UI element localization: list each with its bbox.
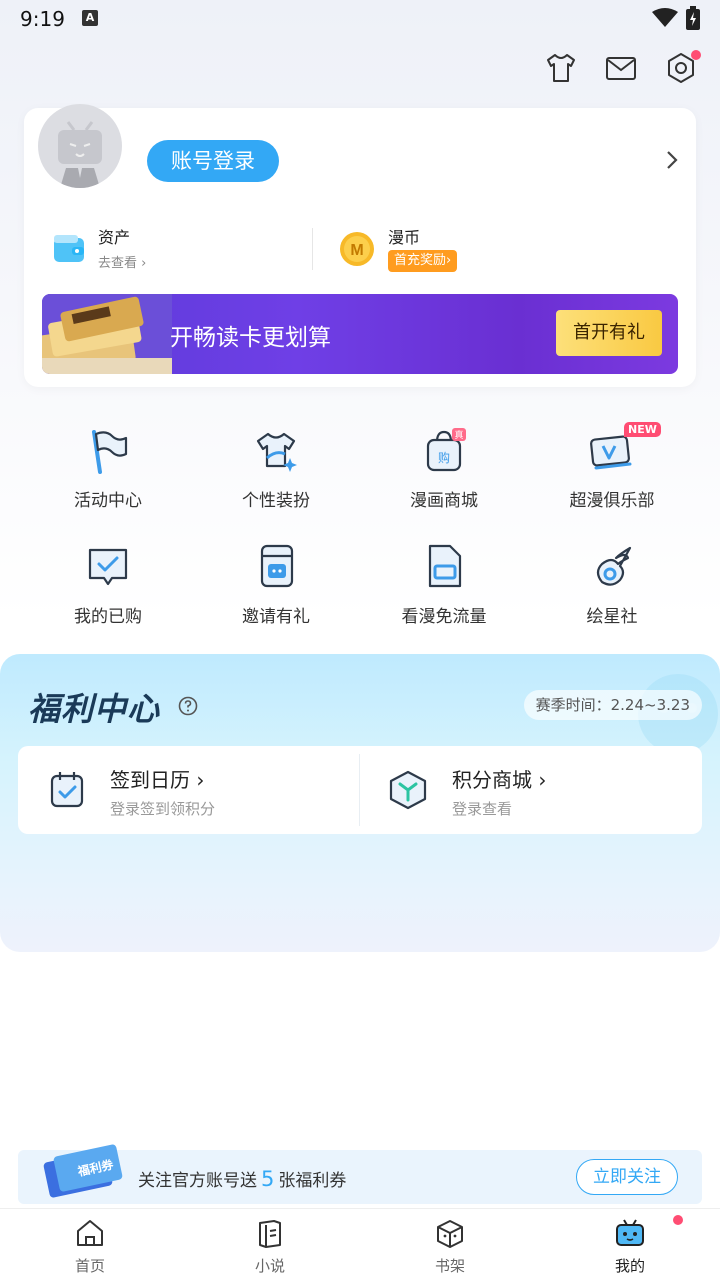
login-button[interactable]: 账号登录 bbox=[147, 140, 279, 182]
help-icon[interactable] bbox=[178, 696, 198, 716]
grid-item-super-club[interactable]: 超漫俱乐部 bbox=[528, 428, 696, 528]
settings-badge-dot bbox=[691, 50, 701, 60]
mine-badge-dot bbox=[673, 1215, 683, 1225]
checkin-sub: 登录签到领积分 bbox=[110, 800, 216, 818]
assets-sub: 去查看 › bbox=[98, 256, 147, 271]
chevron-right-icon[interactable] bbox=[662, 148, 682, 172]
grid-item-purchased[interactable]: 我的已购 bbox=[24, 544, 192, 644]
profile-card: 账号登录 资产 去查看 › M 漫币 首充奖励› 开畅读卡更划算 首开有礼 bbox=[24, 104, 696, 387]
nav-label: 首页 bbox=[74, 1257, 105, 1275]
first-charge-reward-tag: 首充奖励› bbox=[388, 250, 458, 272]
home-icon bbox=[77, 1220, 103, 1246]
nav-bookshelf[interactable]: 书架 bbox=[360, 1209, 540, 1280]
grid-item-comic-shop[interactable]: 购 真 漫画商城 bbox=[360, 428, 528, 528]
shop-bag-icon: 购 真 bbox=[426, 428, 466, 472]
grid-label: 超漫俱乐部 bbox=[569, 491, 655, 511]
coins-entry[interactable]: M 漫币 首充奖励› bbox=[338, 222, 588, 278]
purchased-icon bbox=[88, 548, 128, 586]
grid-label: 个性装扮 bbox=[242, 491, 310, 511]
calendar-icon bbox=[50, 772, 84, 808]
flag-icon bbox=[92, 430, 128, 474]
assets-entry[interactable]: 资产 去查看 › bbox=[50, 222, 300, 278]
svg-text:M: M bbox=[350, 242, 363, 259]
grid-label: 绘星社 bbox=[586, 607, 638, 627]
tshirt-icon[interactable] bbox=[543, 50, 579, 86]
grid-item-decoration[interactable]: 个性装扮 bbox=[192, 428, 360, 528]
novel-icon bbox=[259, 1220, 281, 1248]
welfare-title: 福利中心 bbox=[28, 690, 161, 728]
points-mall-entry[interactable]: 积分商城 › 登录查看 bbox=[360, 746, 700, 834]
grid-label: 我的已购 bbox=[74, 607, 142, 627]
nav-label: 小说 bbox=[254, 1257, 285, 1275]
nav-label: 书架 bbox=[434, 1257, 465, 1275]
vip-card-banner[interactable]: 开畅读卡更划算 首开有礼 bbox=[42, 294, 678, 374]
comet-icon bbox=[596, 546, 632, 586]
wifi-icon bbox=[652, 8, 678, 27]
coupon-ticket-icon: 福利券 bbox=[43, 1144, 123, 1198]
points-mall-title: 积分商城 › bbox=[452, 768, 547, 792]
wallet-icon bbox=[54, 235, 84, 262]
checkin-calendar-entry[interactable]: 签到日历 › 登录签到领积分 bbox=[18, 746, 358, 834]
vip-banner-text: 开畅读卡更划算 bbox=[170, 325, 331, 351]
nav-mine[interactable]: 我的 bbox=[540, 1209, 720, 1280]
sim-card-icon bbox=[428, 544, 462, 588]
checkin-title: 签到日历 › bbox=[110, 768, 205, 792]
status-time: 9:19 bbox=[20, 7, 65, 31]
mail-icon[interactable] bbox=[603, 50, 639, 86]
svg-text:购: 购 bbox=[438, 450, 450, 465]
tshirt-icon bbox=[256, 432, 297, 472]
cube-icon bbox=[389, 770, 427, 810]
assets-title: 资产 bbox=[98, 228, 131, 247]
card-stack-illustration bbox=[42, 294, 172, 374]
points-mall-sub: 登录查看 bbox=[452, 800, 513, 818]
grid-item-activity-center[interactable]: 活动中心 bbox=[24, 428, 192, 528]
welfare-center: 福利中心 赛季时间：2.24~3.23 签到日历 › 登录签到领积分 积分商城 … bbox=[0, 654, 720, 952]
nav-label: 我的 bbox=[614, 1257, 645, 1275]
season-time: 赛季时间：2.24~3.23 bbox=[523, 690, 702, 720]
grid-label: 看漫免流量 bbox=[401, 607, 487, 627]
follow-button[interactable]: 立即关注 bbox=[576, 1159, 678, 1195]
welfare-card: 签到日历 › 登录签到领积分 积分商城 › 登录查看 bbox=[18, 746, 702, 834]
grid-item-star-club[interactable]: 绘星社 bbox=[528, 544, 696, 644]
grid-label: 邀请有礼 bbox=[242, 607, 310, 627]
invite-icon bbox=[260, 544, 294, 588]
notification-icon: A bbox=[82, 10, 98, 26]
bookshelf-icon bbox=[437, 1220, 463, 1248]
grid-label: 漫画商城 bbox=[410, 491, 478, 511]
follow-official-bar: 福利券 关注官方账号送 5 张福利券 立即关注 bbox=[18, 1144, 702, 1204]
avatar[interactable] bbox=[38, 104, 122, 188]
default-avatar-icon bbox=[58, 121, 102, 188]
grid-item-invite[interactable]: 邀请有礼 bbox=[192, 544, 360, 644]
coins-title: 漫币 bbox=[388, 228, 421, 247]
nav-novel[interactable]: 小说 bbox=[180, 1209, 360, 1280]
divider bbox=[312, 228, 313, 270]
coin-icon: M bbox=[340, 232, 374, 266]
status-bar: 9:19 A bbox=[0, 0, 720, 38]
nav-home[interactable]: 首页 bbox=[0, 1209, 180, 1280]
follow-text: 关注官方账号送 5 张福利券 bbox=[138, 1167, 347, 1191]
bottom-nav: 首页 小说 书架 我的 bbox=[0, 1208, 720, 1280]
grid-label: 活动中心 bbox=[74, 491, 142, 511]
new-badge: NEW bbox=[624, 422, 661, 437]
mine-icon bbox=[616, 1219, 644, 1246]
vip-banner-button[interactable]: 首开有礼 bbox=[556, 310, 662, 356]
battery-icon bbox=[686, 6, 700, 30]
grid-item-free-data[interactable]: 看漫免流量 bbox=[360, 544, 528, 644]
svg-text:真: 真 bbox=[454, 429, 463, 441]
